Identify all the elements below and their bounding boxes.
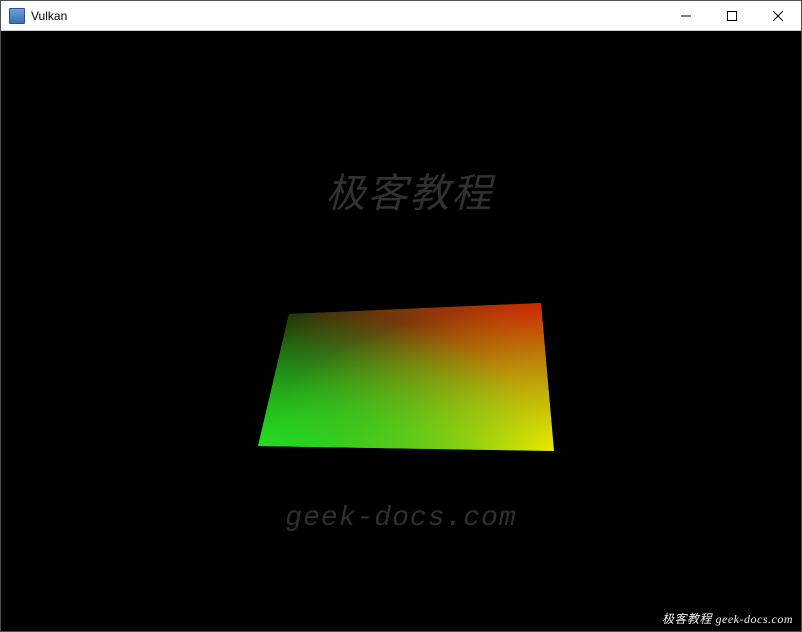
application-window: Vulkan (0, 0, 802, 632)
render-surface (1, 31, 801, 631)
window-controls (663, 1, 801, 30)
maximize-icon (727, 11, 737, 21)
close-icon (773, 11, 783, 21)
maximize-button[interactable] (709, 1, 755, 30)
footer-credit: 极客教程 geek-docs.com (662, 610, 793, 627)
close-button[interactable] (755, 1, 801, 30)
window-title: Vulkan (31, 9, 663, 23)
minimize-button[interactable] (663, 1, 709, 30)
render-viewport: 极客教程 geek-docs.com 极客教程 geek-docs.com (1, 31, 801, 631)
titlebar[interactable]: Vulkan (1, 1, 801, 31)
app-icon (9, 8, 25, 24)
gradient-quad (258, 303, 554, 451)
minimize-icon (681, 11, 691, 21)
